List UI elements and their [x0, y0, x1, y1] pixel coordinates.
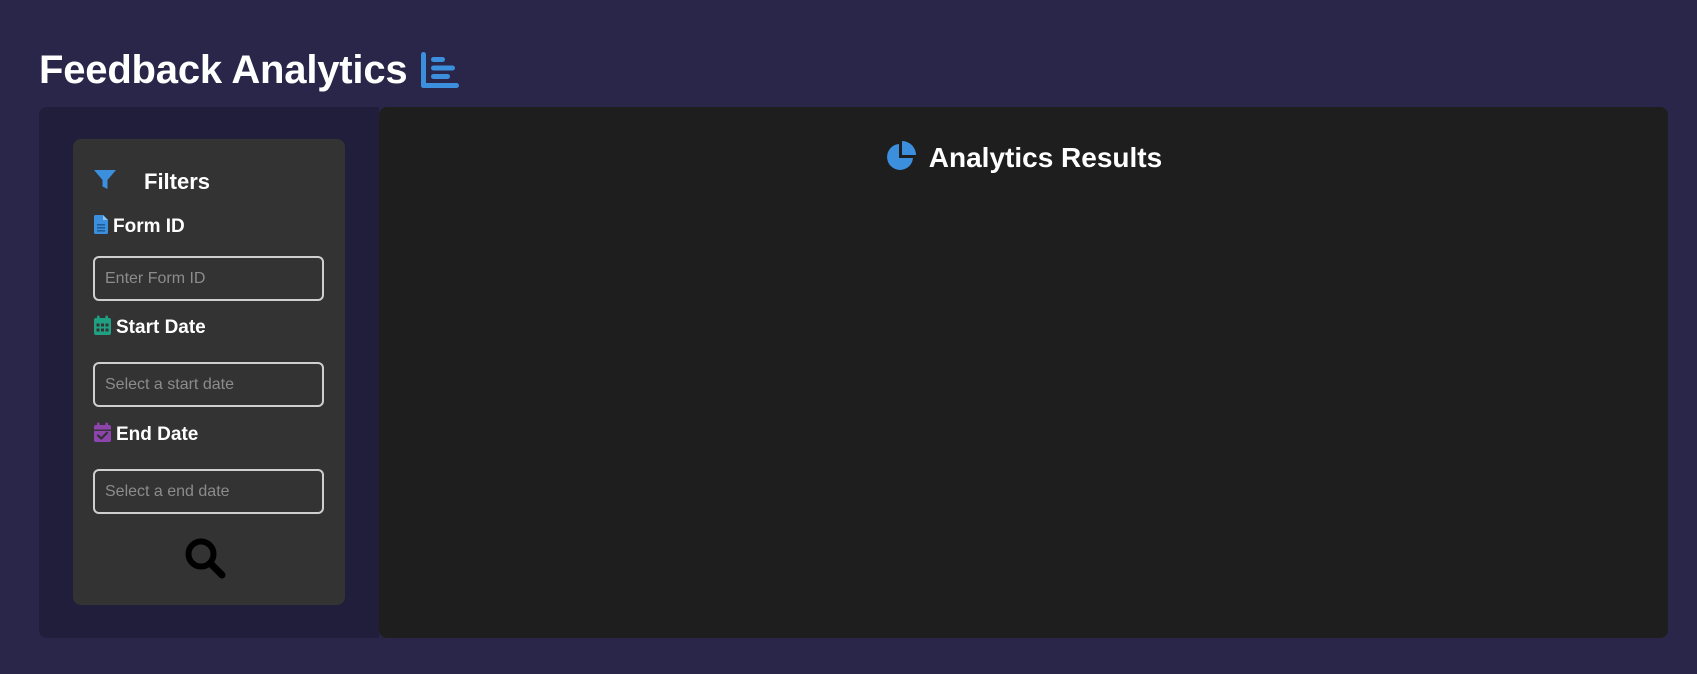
- end-date-label-text: End Date: [116, 424, 199, 445]
- end-date-label: End Date: [93, 422, 199, 449]
- form-id-input[interactable]: [93, 256, 324, 301]
- start-date-input[interactable]: [93, 362, 324, 407]
- calendar-icon: [93, 315, 112, 342]
- search-button[interactable]: [181, 535, 229, 583]
- page-header: Feedback Analytics: [39, 44, 461, 96]
- file-icon: [93, 214, 109, 241]
- form-id-label: Form ID: [93, 214, 185, 241]
- page-title: Feedback Analytics: [39, 48, 408, 92]
- form-id-label-text: Form ID: [113, 216, 185, 237]
- results-title: Analytics Results: [928, 142, 1163, 173]
- results-header: Analytics Results: [379, 140, 1668, 176]
- results-content: [399, 197, 1648, 618]
- end-date-input[interactable]: [93, 469, 324, 514]
- pie-chart-icon: [885, 140, 917, 177]
- filter-icon: [93, 169, 117, 196]
- sidebar: Filters Form ID Enter Form ID Start Date…: [39, 107, 379, 638]
- search-icon: [183, 536, 227, 583]
- filters-title: Filters: [144, 169, 211, 194]
- calendar-check-icon: [93, 422, 112, 449]
- start-date-label-text: Start Date: [116, 317, 206, 338]
- results-panel: Analytics Results: [379, 107, 1668, 638]
- filters-card: Filters Form ID Enter Form ID Start Date…: [73, 139, 345, 605]
- start-date-label: Start Date: [93, 315, 206, 342]
- filters-header: Filters: [93, 167, 210, 197]
- bar-chart-icon: [419, 50, 461, 90]
